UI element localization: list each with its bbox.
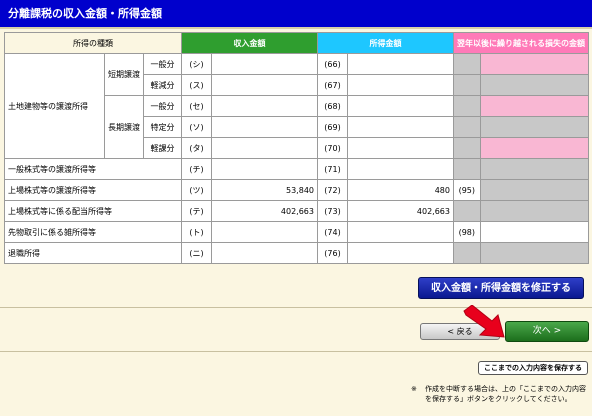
income-field[interactable] (211, 137, 318, 159)
row-code: (73) (317, 200, 348, 222)
header-kind: 所得の種類 (4, 32, 182, 54)
shotoku-field[interactable] (347, 95, 454, 117)
row-code: (71) (317, 158, 348, 180)
land-group-label: 土地建物等の譲渡所得 (4, 53, 105, 159)
specific-label: 特定分 (143, 116, 182, 138)
income-field[interactable]: 402,663 (211, 200, 318, 222)
save-progress-button[interactable]: ここまでの入力内容を保存する (478, 361, 588, 375)
income-table: 所得の種類 収入金額 所得金額 翌年以後に繰り越される損失の金額 土地建物等の譲… (4, 32, 590, 264)
row-code: (69) (317, 116, 348, 138)
row-code: (ト) (181, 221, 212, 243)
row-code: (70) (317, 137, 348, 159)
shotoku-field[interactable]: 480 (347, 179, 454, 201)
next-button[interactable]: 次へ > (505, 321, 589, 342)
shotoku-field[interactable] (347, 242, 454, 264)
row-label: 先物取引に係る雑所得等 (4, 221, 182, 243)
income-field[interactable] (211, 95, 318, 117)
row-code: (67) (317, 74, 348, 96)
income-field[interactable] (211, 158, 318, 180)
title-divider (0, 27, 592, 29)
short-term-label: 短期譲渡 (104, 53, 144, 96)
row-code: (66) (317, 53, 348, 75)
row-code: (ソ) (181, 116, 212, 138)
shotoku-field[interactable] (347, 74, 454, 96)
shotoku-field[interactable] (347, 158, 454, 180)
row-code: (セ) (181, 95, 212, 117)
header-income: 収入金額 (181, 32, 318, 54)
row-code: (98) (453, 221, 481, 243)
divider (0, 351, 592, 352)
income-field[interactable] (211, 116, 318, 138)
income-field[interactable] (211, 221, 318, 243)
row-code: (72) (317, 179, 348, 201)
row-code: (95) (453, 179, 481, 201)
row-code: (ツ) (181, 179, 212, 201)
note-mark: ※ (411, 385, 417, 393)
edit-amounts-button[interactable]: 収入金額・所得金額を修正する (418, 277, 584, 299)
header-shotoku: 所得金額 (317, 32, 454, 54)
row-code: (シ) (181, 53, 212, 75)
long-term-label: 長期譲渡 (104, 95, 144, 159)
reduced-label: 軽減分 (143, 74, 182, 96)
shotoku-field[interactable] (347, 116, 454, 138)
row-code: (チ) (181, 158, 212, 180)
income-field[interactable] (211, 242, 318, 264)
row-code: (テ) (181, 200, 212, 222)
income-field[interactable] (211, 53, 318, 75)
light-label: 軽課分 (143, 137, 182, 159)
row-label: 退職所得 (4, 242, 182, 264)
general-label: 一般分 (143, 95, 182, 117)
income-field[interactable] (211, 74, 318, 96)
row-label: 上場株式等に係る配当所得等 (4, 200, 182, 222)
save-note: 作成を中断する場合は、上の「ここまでの入力内容を保存する」ボタンをクリックしてく… (425, 385, 586, 403)
row-code: (76) (317, 242, 348, 264)
red-arrow-icon (463, 305, 505, 338)
row-code: (タ) (181, 137, 212, 159)
header-loss: 翌年以後に繰り越される損失の金額 (453, 32, 589, 54)
row-code: (ニ) (181, 242, 212, 264)
income-field[interactable]: 53,840 (211, 179, 318, 201)
shotoku-field[interactable] (347, 137, 454, 159)
shotoku-field[interactable] (347, 221, 454, 243)
row-code: (ス) (181, 74, 212, 96)
row-code: (74) (317, 221, 348, 243)
page-title: 分離課税の収入金額・所得金額 (0, 0, 592, 27)
general-label: 一般分 (143, 53, 182, 75)
row-label: 上場株式等の譲渡所得等 (4, 179, 182, 201)
row-code: (68) (317, 95, 348, 117)
row-label: 一般株式等の譲渡所得等 (4, 158, 182, 180)
loss-field[interactable] (479, 221, 590, 243)
shotoku-field[interactable] (347, 53, 454, 75)
shotoku-field[interactable]: 402,663 (347, 200, 454, 222)
